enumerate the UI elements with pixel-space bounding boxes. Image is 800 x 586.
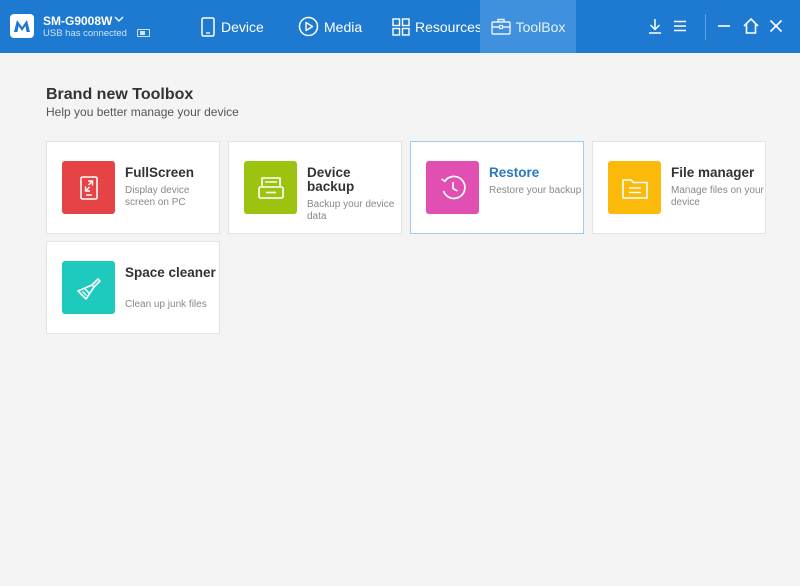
tab-resources[interactable]: Resources <box>392 0 482 53</box>
fullscreen-icon <box>62 161 115 214</box>
menu-icon[interactable] <box>673 19 687 33</box>
drive-icon <box>244 161 297 214</box>
grid-icon <box>392 17 410 36</box>
tool-card-fullscreen[interactable]: FullScreen Display device screen on PC <box>46 141 220 234</box>
tool-card-title: Restore <box>489 165 540 180</box>
tool-card-desc: Clean up junk files <box>125 299 207 310</box>
chevron-down-icon[interactable] <box>114 15 124 23</box>
tool-card-device-backup[interactable]: Device backup Backup your device data <box>228 141 402 234</box>
minimize-icon[interactable] <box>717 19 731 33</box>
tab-resources-label: Resources <box>415 18 482 35</box>
tab-device[interactable]: Device <box>200 0 264 53</box>
tool-card-title: File manager <box>671 165 755 180</box>
tool-card-desc: Backup your device data <box>307 199 395 222</box>
folder-icon <box>608 161 661 214</box>
tool-card-desc: Display device screen on PC <box>125 185 190 208</box>
tool-card-title: Device backup <box>307 165 355 194</box>
tool-card-desc: Manage files on your device <box>671 185 764 208</box>
close-icon[interactable] <box>769 19 783 33</box>
home-icon[interactable] <box>742 17 760 35</box>
device-status: USB has connected <box>43 28 127 39</box>
tool-card-desc: Restore your backup <box>489 185 582 196</box>
tab-toolbox-label: ToolBox <box>515 18 566 35</box>
tab-media[interactable]: Media <box>298 0 362 53</box>
tool-card-file-manager[interactable]: File manager Manage files on your device <box>592 141 766 234</box>
phone-icon <box>201 16 215 37</box>
battery-icon <box>137 29 150 37</box>
tab-media-label: Media <box>324 18 363 35</box>
clock-icon <box>426 161 479 214</box>
page-title: Brand new Toolbox <box>46 86 194 103</box>
download-icon[interactable] <box>647 17 663 35</box>
toolbox-icon <box>490 18 511 35</box>
page-subtitle: Help you better manage your device <box>46 105 239 119</box>
brush-icon <box>62 261 115 314</box>
divider <box>705 14 706 40</box>
play-circle-icon <box>298 16 319 37</box>
device-name[interactable]: SM-G9008W <box>43 14 112 28</box>
tab-device-label: Device <box>221 18 264 35</box>
tab-toolbox[interactable]: ToolBox <box>480 0 576 53</box>
top-bar: SM-G9008W USB has connected Device Media… <box>0 0 800 53</box>
tool-card-space-cleaner[interactable]: Space cleaner Clean up junk files <box>46 241 220 334</box>
app-logo-icon <box>10 14 34 38</box>
tool-card-title: FullScreen <box>125 165 195 180</box>
tool-card-title: Space cleaner <box>125 265 216 280</box>
tool-card-restore[interactable]: Restore Restore your backup <box>410 141 584 234</box>
